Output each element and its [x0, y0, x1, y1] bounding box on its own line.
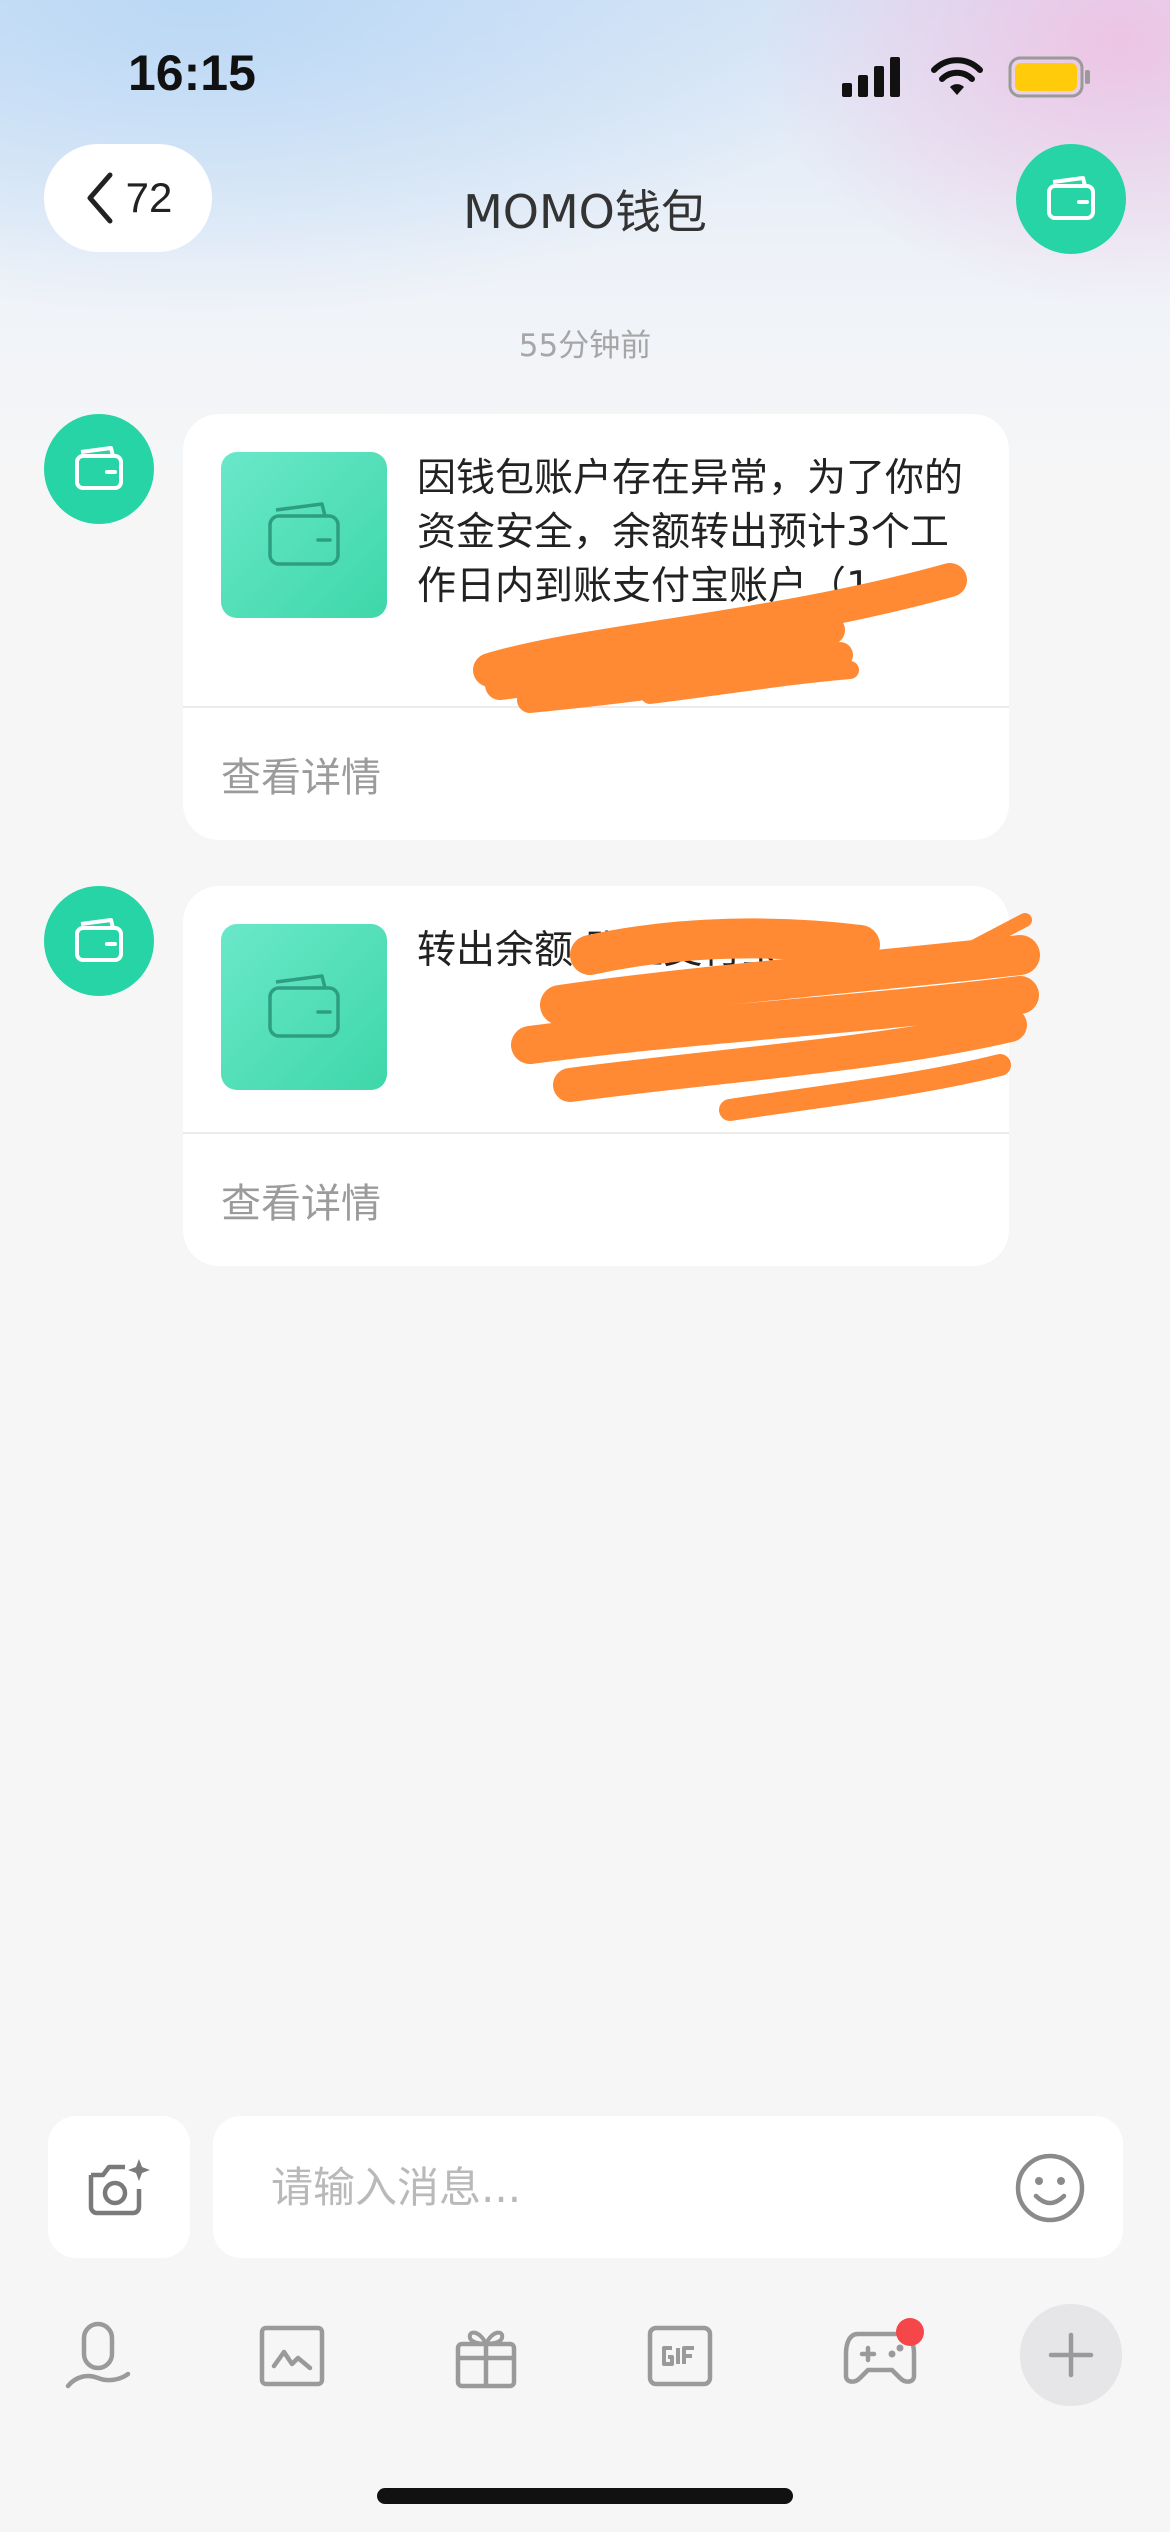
view-details-link[interactable]: 查看详情 [183, 1132, 1009, 1266]
status-bar: 16:15 [0, 0, 1170, 150]
gift-icon [455, 2330, 517, 2389]
view-details-link[interactable]: 查看详情 [183, 706, 1009, 840]
bottom-toolbar [0, 2304, 1170, 2406]
message-card[interactable]: 转出余额 账至支付宝 查看详情 [183, 886, 1009, 1266]
status-icons [842, 56, 1092, 98]
camera-button[interactable] [48, 2116, 190, 2258]
gif-icon [647, 2325, 713, 2387]
signal-icon [842, 57, 900, 97]
camera-icon [88, 2159, 150, 2216]
message-timestamp: 55分钟前 [518, 328, 652, 364]
message-text: 转出余额 账至支付宝 [417, 928, 781, 973]
page-title: MOMO钱包 [463, 185, 707, 239]
notification-badge [896, 2318, 924, 2346]
message-thumbnail [221, 924, 387, 1090]
sender-avatar[interactable] [44, 414, 154, 524]
wallet-profile-button[interactable] [1016, 144, 1126, 254]
doodle-icon [259, 2325, 325, 2387]
voice-button[interactable] [48, 2306, 148, 2406]
message-thumbnail [221, 452, 387, 618]
message-input[interactable] [213, 2116, 1123, 2258]
wallet-icon [75, 446, 123, 490]
doodle-button[interactable] [242, 2306, 342, 2406]
wallet-icon [75, 918, 123, 962]
plus-icon [1048, 2332, 1094, 2378]
wallet-icon [1047, 176, 1095, 220]
message-card-body[interactable]: 转出余额 账至支付宝 [183, 886, 1009, 1132]
home-indicator [377, 2488, 793, 2504]
emoji-icon[interactable] [1014, 2152, 1086, 2224]
gift-button[interactable] [436, 2306, 536, 2406]
message-composer [0, 2116, 1170, 2262]
wallet-icon [268, 974, 340, 1038]
battery-icon [1008, 56, 1090, 98]
message-card-body[interactable]: 因钱包账户存在异常，为了你的资金安全，余额转出预计3个工作日内到账支付宝账户（1 [183, 414, 1009, 706]
nav-bar: 72 MOMO钱包 [0, 140, 1170, 260]
more-button[interactable] [1020, 2304, 1122, 2406]
wallet-icon [268, 502, 340, 566]
message-card[interactable]: 因钱包账户存在异常，为了你的资金安全，余额转出预计3个工作日内到账支付宝账户（1… [183, 414, 1009, 840]
message-text: 因钱包账户存在异常，为了你的资金安全，余额转出预计3个工作日内到账支付宝账户（1 [417, 456, 964, 609]
mic-icon [65, 2321, 131, 2389]
game-button[interactable] [830, 2306, 930, 2406]
wifi-icon [931, 57, 983, 95]
gif-button[interactable] [630, 2306, 730, 2406]
status-time: 16:15 [128, 45, 256, 101]
sender-avatar[interactable] [44, 886, 154, 996]
